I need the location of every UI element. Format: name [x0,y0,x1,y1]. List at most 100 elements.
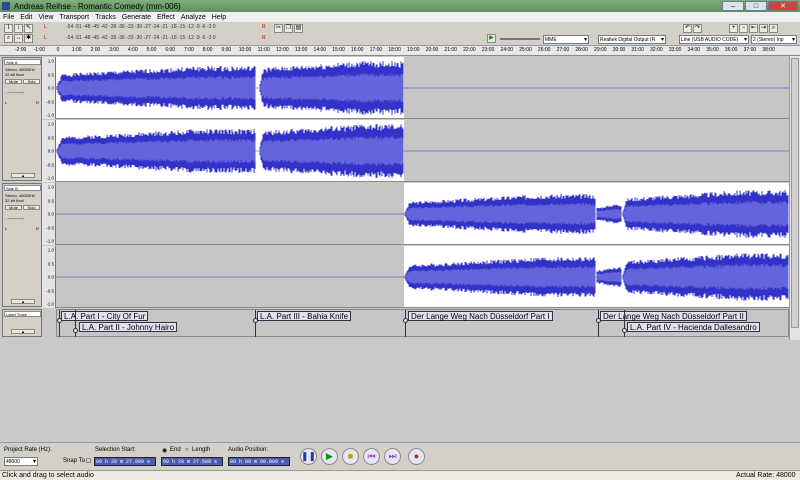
track-name-menu[interactable]: Side A [4,59,41,65]
project-rate-select[interactable]: 48000 [4,457,38,466]
label-duesseldorf-1[interactable]: Der Lange Weg Nach Düsseldorf Part I [408,311,553,321]
ruler-tick-label: -1:00 [33,47,45,53]
track-panel-side-b[interactable]: Side B Stereo, 48000Hz 32-bit float Mute… [2,183,42,307]
selection-start-field[interactable]: 00 h 28 m 27.509 s [94,457,156,466]
timeline-ruler[interactable]: -2:00 -1:00 0 1:00 2:00 3:00 4:00 5:00 6:00 7:00 8… [0,46,800,56]
label-handle[interactable] [73,328,78,333]
cut-icon[interactable]: ✂ [274,24,283,33]
ruler-tick-label: 17:00 [369,47,383,53]
zoom-out-icon[interactable]: − [739,24,748,33]
pause-button[interactable]: ❚❚ [300,448,317,465]
pan-slider-l: L [5,226,8,231]
collapse-track-button[interactable]: ▲ [11,329,35,334]
collapse-track-button[interactable]: ▲ [11,299,35,304]
label-marker[interactable] [598,310,599,337]
waveform-side-b-right[interactable] [56,246,789,308]
menu-transport[interactable]: Transport [59,14,89,21]
zoom-toggle-icon[interactable]: ⌕ [769,24,778,33]
timeshift-tool-icon[interactable]: ↔ [14,34,23,43]
track-panel-side-a[interactable]: Side A Stereo, 48000Hz 32-bit float Mute… [2,57,42,181]
host-select[interactable]: MME [543,35,589,44]
gain-slider[interactable]: - ─────+ [5,216,24,221]
zoom-in-icon[interactable]: + [729,24,738,33]
track-name-menu[interactable]: Side B [4,185,41,191]
waveform-side-a-left[interactable] [56,57,789,119]
label-la-part-2[interactable]: L.A. Part II - Johnny Hairo [79,322,178,332]
toolbars: I ↕ ✎ ⌕ ↔ ✱ L -54 -51 -48 -45 -42 -39 -3… [0,22,800,46]
amplitude-tick-label: 0.5 [47,72,54,77]
menu-file[interactable]: File [3,14,14,21]
snap-to-checkbox[interactable]: ☐ [86,458,91,465]
redo-icon[interactable]: ↷ [693,24,702,33]
play-button[interactable]: ▶ [321,448,338,465]
collapse-track-button[interactable]: ▲ [11,173,35,178]
waveform-side-a-right[interactable] [56,120,789,182]
menu-view[interactable]: View [38,14,53,21]
label-la-part-3[interactable]: L.A. Part III - Bahia Knife [257,311,352,321]
solo-button[interactable]: Solo [23,205,40,210]
envelope-tool-icon[interactable]: ↕ [14,24,23,33]
mute-button[interactable]: Mute [5,79,22,84]
ruler-tick-label: 2:00 [90,47,101,53]
vertical-scale: 1.0 0.5 0.0 -0.5 -1.0 [42,183,56,245]
fit-project-icon[interactable]: ⇥ [759,24,768,33]
record-meter-scale[interactable]: -54 -51 -48 -45 -42 -39 -36 -33 -30 -27 … [66,35,216,41]
amplitude-tick-label: -0.5 [46,162,54,167]
track-bitdepth: 32-bit float [5,198,24,203]
copy-icon[interactable]: ❐ [284,24,293,33]
selection-tool-icon[interactable]: I [4,24,13,33]
menu-generate[interactable]: Generate [122,14,151,21]
input-device-select[interactable]: Line (USB AUDIO CODE) [679,35,749,44]
record-button[interactable]: ● [408,448,425,465]
mute-button[interactable]: Mute [5,205,22,210]
input-channels-select[interactable]: 2 (Stereo) Inp [751,35,797,44]
zoom-tool-icon[interactable]: ⌕ [4,34,13,43]
draw-tool-icon[interactable]: ✎ [24,24,33,33]
menu-bar: File Edit View Transport Tracks Generate… [0,12,800,22]
playback-meter-scale[interactable]: -54 -51 -48 -45 -42 -39 -36 -33 -30 -27 … [66,24,216,30]
skip-to-start-button[interactable]: ⏮ [363,448,380,465]
label-marker[interactable] [405,310,406,337]
vertical-scale: 1.0 0.5 0.0 -0.5 -1.0 [42,57,56,119]
menu-help[interactable]: Help [212,14,226,21]
minimize-button[interactable]: – [722,1,744,11]
close-button[interactable]: ✕ [768,1,798,11]
amplitude-tick-label: -1.0 [46,175,54,181]
vertical-scale: 1.0 0.5 0.0 -0.5 -1.0 [42,246,56,308]
amplitude-tick-label: -1.0 [46,301,54,307]
length-radio[interactable]: ○ [185,447,189,453]
maximize-button[interactable]: □ [745,1,767,11]
menu-effect[interactable]: Effect [157,14,175,21]
audio-position-field[interactable]: 00 h 00 m 00.000 s [228,457,290,466]
menu-tracks[interactable]: Tracks [95,14,116,21]
multi-tool-icon[interactable]: ✱ [24,34,33,43]
label-track[interactable]: L.A. Part I - City Of Fur L.A. Part II -… [56,309,789,337]
label-duesseldorf-2[interactable]: Der Lange Weg Nach Düsseldorf Part II [600,311,747,321]
gain-slider[interactable]: - ─────+ [5,90,24,95]
label-la-part-4[interactable]: L.A. Part IV - Hacienda Dallesandro [627,322,760,332]
end-radio[interactable]: ◉ [162,447,167,454]
vertical-scrollbar[interactable] [789,56,800,340]
menu-edit[interactable]: Edit [20,14,32,21]
undo-icon[interactable]: ↶ [683,24,692,33]
menu-analyze[interactable]: Analyze [181,14,206,21]
track-panel-label-track[interactable]: Label Track ▲ [2,309,42,337]
ruler-tick-label: 20:00 [425,47,439,53]
scrollbar-thumb[interactable] [791,58,799,328]
skip-to-end-button[interactable]: ⏭ [384,448,401,465]
play-speed-slider[interactable] [500,38,540,40]
waveform-side-b-left[interactable] [56,183,789,245]
selection-end-field[interactable]: 00 h 28 m 27.509 s [161,457,223,466]
solo-button[interactable]: Solo [23,79,40,84]
amplitude-tick-label: 0.5 [47,261,54,266]
fit-selection-icon[interactable]: ⇤ [749,24,758,33]
empty-track-area[interactable] [0,340,800,442]
label-marker[interactable] [59,310,60,337]
stop-button[interactable]: ■ [342,448,359,465]
output-device-select[interactable]: Realtek Digital Output (R [598,35,666,44]
label-marker[interactable] [255,310,256,337]
record-meter-l: L [44,35,47,41]
track-name-menu[interactable]: Label Track [4,311,41,317]
paste-icon[interactable]: ▤ [294,24,303,33]
play-at-speed-icon[interactable]: ▶ [487,34,496,43]
